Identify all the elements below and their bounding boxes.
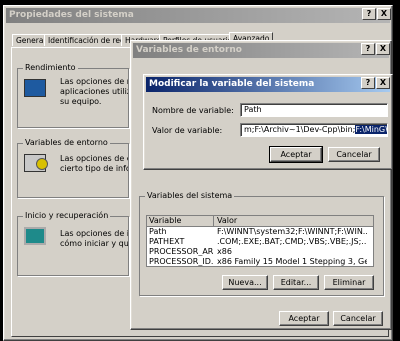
- env-text-1: Las opciones de ento: [60, 154, 128, 163]
- help-button[interactable]: ?: [361, 43, 375, 55]
- env-text-2: cierto tipo de informa: [60, 164, 128, 173]
- row-value: F:\WINNT\system32;F:\WINNT;F:\WIN...: [217, 227, 367, 236]
- group-label: Variables de entorno: [23, 138, 110, 147]
- variable-value-selection: F:\MinGW\bin: [355, 125, 387, 134]
- column-header-variable[interactable]: Variable: [149, 216, 214, 226]
- close-button[interactable]: X: [376, 77, 390, 89]
- group-label: Rendimiento: [23, 63, 78, 72]
- row-value: x86 Family 15 Model 1 Stepping 3, Genu..…: [217, 257, 367, 266]
- variable-name-input[interactable]: Path: [240, 103, 388, 117]
- window-title: Variables de entorno: [136, 45, 242, 55]
- column-header-value[interactable]: Valor: [217, 216, 367, 226]
- group-variables-entorno: Variables de entorno Las opciones de ent…: [17, 138, 129, 198]
- system-variables-list[interactable]: Variable Valor Path F:\WINNT\system32;F:…: [146, 215, 374, 267]
- variable-name-value: Path: [244, 105, 262, 114]
- ok-button[interactable]: Aceptar: [279, 311, 329, 326]
- list-header: Variable Valor: [147, 216, 373, 227]
- edit-variable-dialog: Modificar la variable del sistema ? X No…: [143, 74, 393, 170]
- variable-value-input[interactable]: m;F:\Archiv~1\Dev-Cpp\bin;F:\MinGW\bin: [240, 123, 388, 137]
- help-button[interactable]: ?: [362, 8, 376, 20]
- group-system-variables: Variables del sistema Variable Valor Pat…: [139, 191, 384, 296]
- group-label: Variables del sistema: [145, 191, 235, 200]
- variable-name-label: Nombre de variable:: [152, 106, 234, 115]
- row-variable: PATHEXT: [149, 237, 185, 246]
- group-inicio-recuperacion: Inicio y recuperación Las opciones de in…: [17, 211, 129, 276]
- row-value: x86: [217, 247, 232, 256]
- dialog-title: Modificar la variable del sistema: [149, 79, 315, 89]
- row-value: .COM;.EXE;.BAT;.CMD;.VBS;.VBE;.JS;....: [217, 237, 367, 246]
- row-variable: Path: [149, 227, 167, 236]
- tab-network-id[interactable]: Identificación de red: [44, 34, 129, 46]
- startup-text-1: Las opciones de inicio: [60, 229, 128, 238]
- table-row[interactable]: Path F:\WINNT\system32;F:\WINNT;F:\WIN..…: [147, 227, 373, 237]
- close-button[interactable]: X: [376, 43, 390, 55]
- variable-value-text: m;F:\Archiv~1\Dev-Cpp\bin;: [244, 125, 356, 134]
- variable-value-label: Valor de variable:: [152, 126, 223, 135]
- cancel-button[interactable]: Cancelar: [333, 311, 383, 326]
- group-label: Inicio y recuperación: [23, 211, 111, 220]
- table-row[interactable]: PROCESSOR_AR... x86: [147, 247, 373, 257]
- delete-button[interactable]: Eliminar: [324, 275, 374, 290]
- edit-button[interactable]: Editar...: [273, 275, 319, 290]
- performance-text-3: su equipo.: [60, 97, 102, 106]
- group-rendimiento: Rendimiento Las opciones de rend aplicac…: [17, 63, 129, 128]
- startup-text-2: cómo iniciar y qué ha: [60, 239, 128, 248]
- row-variable: PROCESSOR_ID...: [149, 257, 213, 266]
- ok-button[interactable]: Aceptar: [269, 146, 323, 163]
- performance-icon: [24, 79, 46, 97]
- row-variable: PROCESSOR_AR...: [149, 247, 213, 256]
- performance-text-2: aplicaciones utilizan l: [60, 87, 128, 96]
- system-properties-titlebar[interactable]: Propiedades del sistema: [6, 8, 390, 23]
- close-button[interactable]: X: [377, 8, 391, 20]
- cancel-button[interactable]: Cancelar: [328, 147, 380, 162]
- monitor-icon: [24, 227, 46, 245]
- help-button[interactable]: ?: [361, 77, 375, 89]
- new-button[interactable]: Nueva...: [222, 275, 268, 290]
- edit-variable-titlebar[interactable]: Modificar la variable del sistema: [146, 77, 390, 92]
- table-row[interactable]: PATHEXT .COM;.EXE;.BAT;.CMD;.VBS;.VBE;.J…: [147, 237, 373, 247]
- performance-text-1: Las opciones de rend: [60, 77, 128, 86]
- env-vars-titlebar[interactable]: Variables de entorno: [133, 43, 389, 58]
- gear-icon: [36, 158, 48, 170]
- table-row[interactable]: PROCESSOR_ID... x86 Family 15 Model 1 St…: [147, 257, 373, 266]
- window-title: Propiedades del sistema: [9, 10, 134, 20]
